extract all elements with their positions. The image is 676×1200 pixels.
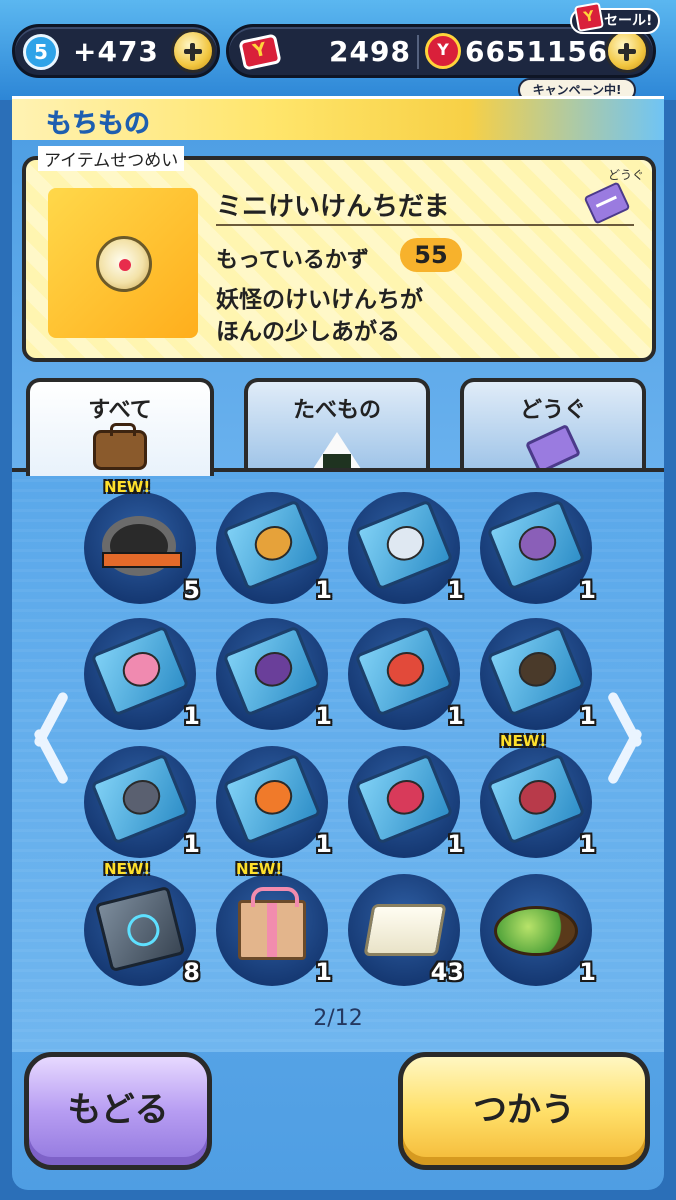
item-slot[interactable]: 1	[480, 874, 596, 986]
item-quantity: 43	[430, 958, 464, 986]
item-slot[interactable]: NEW! 8	[84, 860, 200, 986]
item-slot[interactable]: 1	[216, 618, 332, 730]
exp-orb-icon	[96, 236, 152, 292]
back-button[interactable]: もどる	[24, 1052, 212, 1170]
item-quantity: 5	[183, 576, 200, 604]
blue-book-icon	[222, 499, 322, 591]
item-slot[interactable]: 1	[348, 492, 464, 604]
new-badge: NEW!	[500, 732, 547, 750]
item-slot[interactable]: 1	[216, 492, 332, 604]
bonus-value: +473	[73, 35, 159, 68]
page-indicator: 2/12	[313, 1006, 363, 1031]
coin-icon: Y	[425, 33, 461, 69]
divider	[417, 35, 419, 69]
tab-all[interactable]: すべて	[26, 378, 214, 476]
item-category: どうぐ	[608, 168, 645, 182]
item-description-panel: ミニけいけんちだま どうぐ もっているかず 55 妖怪のけいけんちが ほんの少し…	[22, 156, 656, 362]
blue-book-icon	[222, 753, 322, 845]
item-quantity: 1	[579, 702, 596, 730]
new-badge: NEW!	[236, 860, 283, 878]
salad-icon	[494, 906, 578, 956]
coins-value: 6651156	[465, 35, 609, 68]
item-quantity: 1	[447, 576, 464, 604]
ymoney-icon: Y	[238, 33, 282, 71]
tab-food[interactable]: たべもの	[244, 378, 430, 472]
ymoney-value: 2498	[329, 35, 411, 68]
item-slot[interactable]: 1	[348, 746, 464, 858]
spiked-bracelet-icon	[102, 516, 182, 576]
bag-icon	[93, 423, 147, 470]
header-ribbon: もちもの	[12, 96, 664, 140]
item-slot[interactable]: 1	[348, 618, 464, 730]
blue-book-icon	[90, 753, 190, 845]
add-currency-button[interactable]	[605, 29, 649, 73]
item-quantity: 1	[579, 576, 596, 604]
item-quantity: 1	[315, 958, 332, 986]
top-bar: 5 +473 Y 2498 Y 6651156 Y セール! キャンペーン中!	[0, 0, 676, 102]
prev-page-arrow[interactable]	[20, 686, 54, 786]
item-quantity: 1	[447, 702, 464, 730]
blue-book-icon	[354, 625, 454, 717]
tool-ticket-icon	[583, 181, 631, 225]
add-bonus-button[interactable]	[171, 29, 215, 73]
blue-book-icon	[222, 625, 322, 717]
new-badge: NEW!	[104, 860, 151, 878]
blue-book-icon	[486, 753, 586, 845]
item-slot[interactable]: 1	[480, 492, 596, 604]
item-image	[48, 188, 198, 338]
use-button[interactable]: つかう	[398, 1052, 650, 1170]
item-slot[interactable]: NEW! 1	[480, 732, 596, 858]
blue-book-icon	[90, 625, 190, 717]
item-quantity: 1	[183, 830, 200, 858]
next-page-arrow[interactable]	[622, 686, 656, 786]
level-badge: 5	[23, 34, 59, 70]
description-section-label: アイテムせつめい	[38, 146, 185, 171]
item-quantity: 1	[315, 830, 332, 858]
new-badge: NEW!	[104, 478, 151, 496]
blue-book-icon	[486, 499, 586, 591]
item-name: ミニけいけんちだま	[216, 192, 450, 222]
item-slot[interactable]: NEW! 5	[84, 478, 200, 604]
item-quantity: 1	[579, 958, 596, 986]
item-quantity: 1	[315, 576, 332, 604]
blue-book-icon	[354, 753, 454, 845]
item-slot[interactable]: NEW! 1	[216, 860, 332, 986]
name-underline	[216, 224, 634, 226]
item-slot[interactable]: 1	[216, 746, 332, 858]
item-quantity: 1	[579, 830, 596, 858]
item-quantity: 1	[315, 702, 332, 730]
ticket-icon	[524, 423, 582, 475]
item-quantity: 1	[447, 830, 464, 858]
blue-book-icon	[486, 625, 586, 717]
stone-book-icon	[94, 885, 186, 973]
gift-box-icon	[238, 887, 306, 960]
item-slot[interactable]: 1	[480, 618, 596, 730]
page-title: もちもの	[46, 109, 151, 140]
item-quantity: 8	[183, 958, 200, 986]
tab-tools[interactable]: どうぐ	[460, 378, 646, 475]
item-description: 妖怪のけいけんちが ほんの少しあがる	[216, 287, 423, 345]
item-quantity: 1	[183, 702, 200, 730]
onigiri-icon	[311, 432, 363, 472]
item-slot[interactable]: 1	[84, 746, 200, 858]
blue-book-icon	[354, 499, 454, 591]
item-slot[interactable]: 43	[348, 874, 464, 986]
sale-badge[interactable]: Y セール!	[570, 1, 660, 34]
level-pill: 5 +473	[12, 24, 220, 78]
owned-count-label: もっているかず	[216, 248, 369, 273]
item-slot[interactable]: 1	[84, 618, 200, 730]
owned-count-value: 55	[400, 238, 462, 272]
tofu-icon	[363, 904, 447, 956]
ymoney-small-icon: Y	[573, 1, 605, 33]
